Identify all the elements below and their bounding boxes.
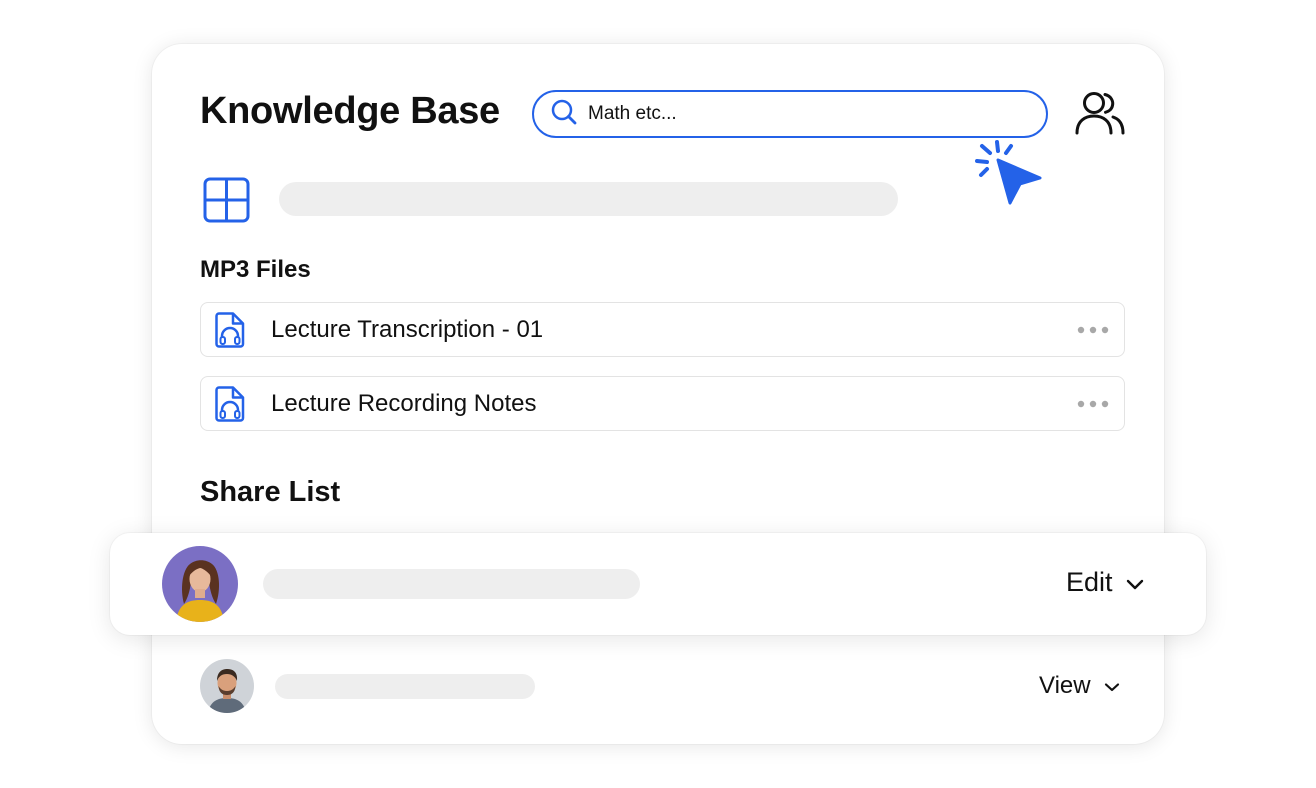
file-row[interactable]: Lecture Recording Notes bbox=[200, 376, 1125, 431]
permission-dropdown[interactable]: View bbox=[1039, 672, 1121, 700]
users-icon[interactable] bbox=[1072, 88, 1128, 140]
mp3-section-title: MP3 Files bbox=[200, 256, 311, 283]
more-icon[interactable] bbox=[1076, 323, 1110, 337]
search-input[interactable] bbox=[588, 103, 1008, 125]
permission-dropdown[interactable]: Edit bbox=[1066, 567, 1145, 598]
placeholder-bar bbox=[279, 182, 898, 216]
more-icon[interactable] bbox=[1076, 397, 1110, 411]
user-name-placeholder bbox=[263, 569, 640, 599]
avatar bbox=[200, 659, 254, 713]
audio-file-icon bbox=[213, 386, 247, 422]
permission-label: Edit bbox=[1066, 567, 1113, 597]
audio-file-icon bbox=[213, 312, 247, 348]
search-bar[interactable] bbox=[532, 90, 1048, 138]
file-row[interactable]: Lecture Transcription - 01 bbox=[200, 302, 1125, 357]
chevron-down-icon bbox=[1113, 567, 1145, 598]
search-icon bbox=[550, 98, 578, 131]
cursor-click-icon bbox=[974, 140, 1046, 210]
avatar bbox=[162, 546, 238, 622]
file-name: Lecture Transcription - 01 bbox=[271, 315, 544, 343]
share-section-title: Share List bbox=[200, 476, 341, 508]
chevron-down-icon bbox=[1091, 672, 1121, 700]
page-title: Knowledge Base bbox=[200, 90, 500, 132]
grid-icon[interactable] bbox=[202, 176, 252, 224]
user-name-placeholder bbox=[275, 674, 535, 699]
permission-label: View bbox=[1039, 672, 1091, 699]
file-name: Lecture Recording Notes bbox=[271, 389, 537, 417]
